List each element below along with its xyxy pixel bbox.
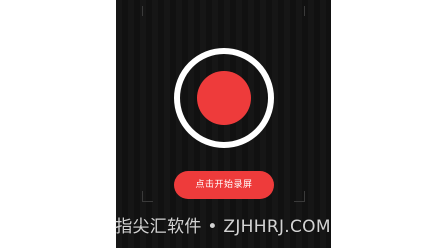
record-button[interactable] [174,48,274,148]
record-icon [197,71,251,125]
frame-corner [294,6,305,16]
watermark: 指尖汇软件 • ZJHHRJ.COM [115,217,331,237]
frame-corner [142,6,153,16]
start-recording-button[interactable]: 点击开始录屏 [174,171,274,199]
recorder-screen: 点击开始录屏 [116,0,331,248]
frame-corner [142,191,153,202]
frame-corner [294,191,305,202]
